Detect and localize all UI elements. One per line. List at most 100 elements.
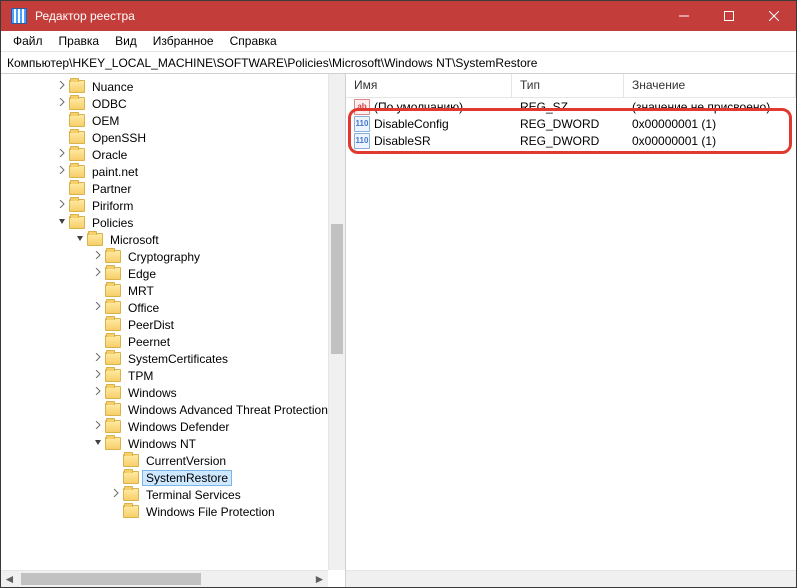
value-row[interactable]: 110DisableSRREG_DWORD0x00000001 (1) <box>346 132 796 149</box>
chevron-right-icon[interactable] <box>91 268 105 279</box>
folder-icon <box>123 454 139 467</box>
menu-favorites[interactable]: Избранное <box>145 32 222 50</box>
menu-view[interactable]: Вид <box>107 32 145 50</box>
regedit-icon <box>11 8 27 24</box>
tree-item[interactable]: OpenSSH <box>1 129 345 146</box>
chevron-right-icon[interactable] <box>91 421 105 432</box>
registry-tree[interactable]: Nuance ODBC OEMOpenSSHOracle paint.netPartn… <box>1 74 345 570</box>
folder-icon <box>69 199 85 212</box>
folder-icon <box>87 233 103 246</box>
menu-help[interactable]: Справка <box>222 32 285 50</box>
folder-icon <box>69 216 85 229</box>
tree-item-label: Windows <box>125 386 180 400</box>
folder-icon <box>105 335 121 348</box>
column-value[interactable]: Значение <box>624 74 796 97</box>
chevron-right-icon[interactable] <box>55 200 69 211</box>
minimize-button[interactable] <box>661 1 706 31</box>
scroll-left-icon[interactable]: ◄ <box>1 571 18 587</box>
values-list[interactable]: ab(По умолчанию)REG_SZ(значение не присв… <box>346 98 796 149</box>
value-data: (значение не присвоено) <box>624 100 796 114</box>
tree-item[interactable]: Windows <box>1 384 345 401</box>
tree-item-label: paint.net <box>89 165 141 179</box>
tree-item[interactable]: Nuance <box>1 78 345 95</box>
title-bar: Редактор реестра <box>1 1 796 31</box>
folder-icon <box>105 386 121 399</box>
value-type: REG_DWORD <box>512 134 624 148</box>
chevron-down-icon[interactable] <box>55 217 69 228</box>
tree-item[interactable]: Partner <box>1 180 345 197</box>
close-button[interactable] <box>751 1 796 31</box>
tree-item[interactable]: SystemRestore <box>1 469 345 486</box>
tree-item[interactable]: PeerDist <box>1 316 345 333</box>
tree-item[interactable]: Piriform <box>1 197 345 214</box>
chevron-right-icon[interactable] <box>109 489 123 500</box>
chevron-right-icon[interactable] <box>91 302 105 313</box>
tree-item-label: Windows NT <box>125 437 199 451</box>
tree-item-label: CurrentVersion <box>143 454 229 468</box>
tree-item[interactable]: MRT <box>1 282 345 299</box>
folder-icon <box>105 352 121 365</box>
tree-item[interactable]: Cryptography <box>1 248 345 265</box>
chevron-right-icon[interactable] <box>55 81 69 92</box>
string-value-icon: ab <box>354 99 370 115</box>
tree-item[interactable]: paint.net <box>1 163 345 180</box>
menu-file[interactable]: Файл <box>5 32 51 50</box>
folder-icon <box>69 114 85 127</box>
scrollbar-thumb[interactable] <box>21 573 201 585</box>
address-bar <box>1 52 796 74</box>
value-name: DisableConfig <box>374 117 449 131</box>
scroll-right-icon[interactable]: ► <box>311 571 328 587</box>
column-type[interactable]: Тип <box>512 74 624 97</box>
value-row[interactable]: ab(По умолчанию)REG_SZ(значение не присв… <box>346 98 796 115</box>
tree-item[interactable]: OEM <box>1 112 345 129</box>
tree-item[interactable]: Policies <box>1 214 345 231</box>
chevron-right-icon[interactable] <box>55 166 69 177</box>
tree-item[interactable]: Windows Advanced Threat Protection <box>1 401 345 418</box>
folder-icon <box>105 250 121 263</box>
tree-item-label: OEM <box>89 114 122 128</box>
tree-item[interactable]: Edge <box>1 265 345 282</box>
chevron-down-icon[interactable] <box>73 234 87 245</box>
value-name: DisableSR <box>374 134 431 148</box>
tree-item[interactable]: Peernet <box>1 333 345 350</box>
tree-item-label: ODBC <box>89 97 130 111</box>
tree-item-label: Windows Defender <box>125 420 232 434</box>
tree-vertical-scrollbar[interactable] <box>328 74 345 570</box>
address-input[interactable] <box>1 54 796 72</box>
tree-item[interactable]: Windows Defender <box>1 418 345 435</box>
tree-item[interactable]: Oracle <box>1 146 345 163</box>
menu-edit[interactable]: Правка <box>51 32 108 50</box>
tree-item[interactable]: Windows NT <box>1 435 345 452</box>
folder-icon <box>69 97 85 110</box>
tree-item[interactable]: TPM <box>1 367 345 384</box>
tree-item[interactable]: CurrentVersion <box>1 452 345 469</box>
tree-horizontal-scrollbar[interactable]: ◄ ► <box>1 570 328 587</box>
value-name: (По умолчанию) <box>374 100 463 114</box>
chevron-right-icon[interactable] <box>55 149 69 160</box>
folder-icon <box>105 403 121 416</box>
tree-item-label: SystemRestore <box>143 471 231 485</box>
value-data: 0x00000001 (1) <box>624 117 796 131</box>
column-name[interactable]: Имя <box>346 74 512 97</box>
chevron-right-icon[interactable] <box>91 251 105 262</box>
folder-icon <box>69 131 85 144</box>
tree-item[interactable]: Microsoft <box>1 231 345 248</box>
chevron-right-icon[interactable] <box>91 387 105 398</box>
tree-item-label: Windows Advanced Threat Protection <box>125 403 331 417</box>
scrollbar-thumb[interactable] <box>331 224 343 354</box>
chevron-down-icon[interactable] <box>91 438 105 449</box>
tree-item[interactable]: Windows File Protection <box>1 503 345 520</box>
list-horizontal-scrollbar[interactable] <box>346 570 796 587</box>
window-title: Редактор реестра <box>35 9 135 23</box>
chevron-right-icon[interactable] <box>55 98 69 109</box>
chevron-right-icon[interactable] <box>91 353 105 364</box>
maximize-button[interactable] <box>706 1 751 31</box>
chevron-right-icon[interactable] <box>91 370 105 381</box>
tree-item[interactable]: Office <box>1 299 345 316</box>
tree-item[interactable]: Terminal Services <box>1 486 345 503</box>
tree-item[interactable]: SystemCertificates <box>1 350 345 367</box>
value-row[interactable]: 110DisableConfigREG_DWORD0x00000001 (1) <box>346 115 796 132</box>
folder-icon <box>69 148 85 161</box>
tree-item-label: Microsoft <box>107 233 162 247</box>
tree-item[interactable]: ODBC <box>1 95 345 112</box>
